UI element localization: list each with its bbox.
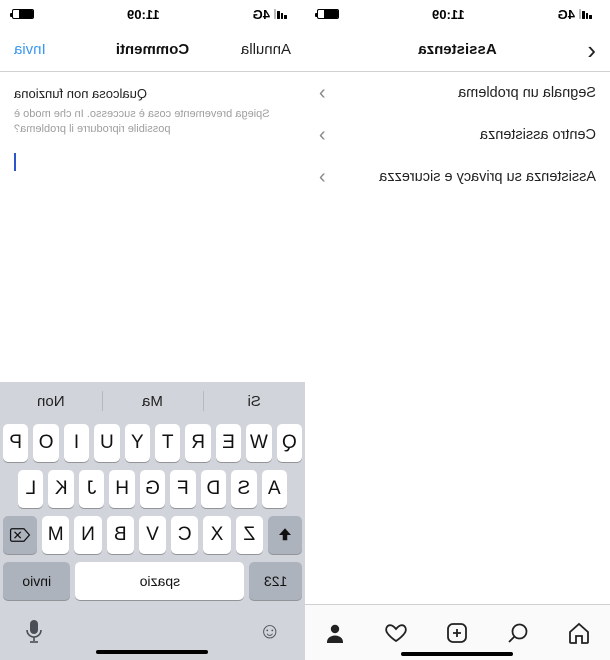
key-v[interactable]: V [139, 516, 166, 554]
assistance-screen: 4G 11:09 ‹ Assistenza Segnala un problem… [305, 0, 610, 660]
key-i[interactable]: I [64, 424, 89, 462]
key-y[interactable]: Y [125, 424, 150, 462]
key-a[interactable]: A [262, 470, 287, 508]
key-row-1: Q W E R T Y U I O P [0, 420, 305, 470]
key-h[interactable]: H [109, 470, 134, 508]
row-label: Segnala un problema [458, 85, 596, 101]
backspace-icon [9, 526, 31, 544]
back-button[interactable]: ‹ [587, 37, 596, 63]
mic-icon [24, 619, 44, 643]
key-g[interactable]: G [140, 470, 165, 508]
tab-search[interactable] [499, 613, 539, 653]
shift-key[interactable] [268, 516, 302, 554]
key-o[interactable]: O [33, 424, 58, 462]
suggestion-bar: Si Ma Non [0, 382, 305, 420]
chevron-right-icon: › [319, 166, 326, 189]
key-row-2: A S D F G H J K L [0, 470, 305, 516]
suggestion[interactable]: Si [203, 382, 305, 420]
tab-add[interactable] [438, 613, 478, 653]
compose-placeholder: Spiega brevemente cosa è successo. In ch… [14, 107, 291, 137]
row-report-problem[interactable]: Segnala un problema › [305, 72, 610, 114]
nav-title: Commenti [116, 41, 189, 58]
carrier-label: 4G [558, 7, 575, 22]
search-icon [507, 621, 531, 645]
return-key[interactable]: invio [3, 562, 71, 600]
keyboard: Si Ma Non Q W E R T Y U I O P A S D F [0, 382, 305, 660]
row-label: Assistenza su privacy e sicurezza [379, 169, 596, 185]
key-f[interactable]: F [170, 470, 195, 508]
space-key[interactable]: spazio [76, 562, 245, 600]
key-e[interactable]: E [216, 424, 241, 462]
key-u[interactable]: U [94, 424, 119, 462]
key-c[interactable]: C [171, 516, 198, 554]
clock: 11:09 [127, 7, 160, 22]
key-b[interactable]: B [107, 516, 134, 554]
text-cursor [14, 153, 16, 171]
comment-compose-screen: 4G 11:09 Annulla Commenti Invia Qualcosa… [0, 0, 305, 660]
key-k[interactable]: K [49, 470, 74, 508]
mic-button[interactable] [24, 619, 44, 643]
nav-bar: ‹ Assistenza [305, 28, 610, 72]
tab-activity[interactable] [377, 613, 417, 653]
clock: 11:09 [432, 7, 465, 22]
row-privacy-security[interactable]: Assistenza su privacy e sicurezza › [305, 156, 610, 198]
status-bar: 4G 11:09 [0, 0, 305, 28]
plus-square-icon [446, 621, 470, 645]
key-p[interactable]: P [3, 424, 28, 462]
keyboard-footer: ☺ [0, 608, 305, 660]
emoji-button[interactable]: ☺ [259, 618, 281, 644]
row-help-center[interactable]: Centro assistenza › [305, 114, 610, 156]
row-label: Centro assistenza [480, 127, 596, 143]
key-t[interactable]: T [155, 424, 180, 462]
key-l[interactable]: L [18, 470, 43, 508]
key-z[interactable]: Z [236, 516, 263, 554]
cancel-button[interactable]: Annulla [241, 41, 291, 58]
nav-bar: Annulla Commenti Invia [0, 28, 305, 72]
key-n[interactable]: N [74, 516, 101, 554]
battery-icon [12, 9, 34, 19]
key-row-3: Z X C V B N M [0, 516, 305, 562]
home-indicator [97, 650, 209, 654]
send-button[interactable]: Invia [14, 41, 46, 58]
shift-icon [276, 526, 294, 544]
key-s[interactable]: S [231, 470, 256, 508]
status-bar: 4G 11:09 [305, 0, 610, 28]
numbers-key[interactable]: 123 [249, 562, 302, 600]
tab-bar [305, 604, 610, 660]
suggestion[interactable]: Ma [102, 382, 204, 420]
nav-title: Assistenza [418, 41, 496, 58]
signal-icon [579, 9, 592, 19]
key-q[interactable]: Q [277, 424, 302, 462]
tab-profile[interactable] [316, 613, 356, 653]
key-d[interactable]: D [201, 470, 226, 508]
key-w[interactable]: W [246, 424, 271, 462]
chevron-right-icon: › [319, 82, 326, 105]
home-icon [568, 621, 592, 645]
heart-icon [385, 621, 409, 645]
key-row-bottom: 123 spazio invio [0, 562, 305, 608]
backspace-key[interactable] [3, 516, 37, 554]
compose-heading: Qualcosa non funziona [14, 86, 291, 101]
key-j[interactable]: J [79, 470, 104, 508]
signal-icon [274, 9, 287, 19]
battery-icon [317, 9, 339, 19]
chevron-right-icon: › [319, 124, 326, 147]
compose-area[interactable]: Qualcosa non funziona Spiega brevemente … [0, 72, 305, 171]
key-m[interactable]: M [42, 516, 69, 554]
profile-icon [324, 621, 348, 645]
tab-home[interactable] [560, 613, 600, 653]
carrier-label: 4G [253, 7, 270, 22]
key-x[interactable]: X [203, 516, 230, 554]
suggestion[interactable]: Non [0, 382, 102, 420]
key-r[interactable]: R [185, 424, 210, 462]
